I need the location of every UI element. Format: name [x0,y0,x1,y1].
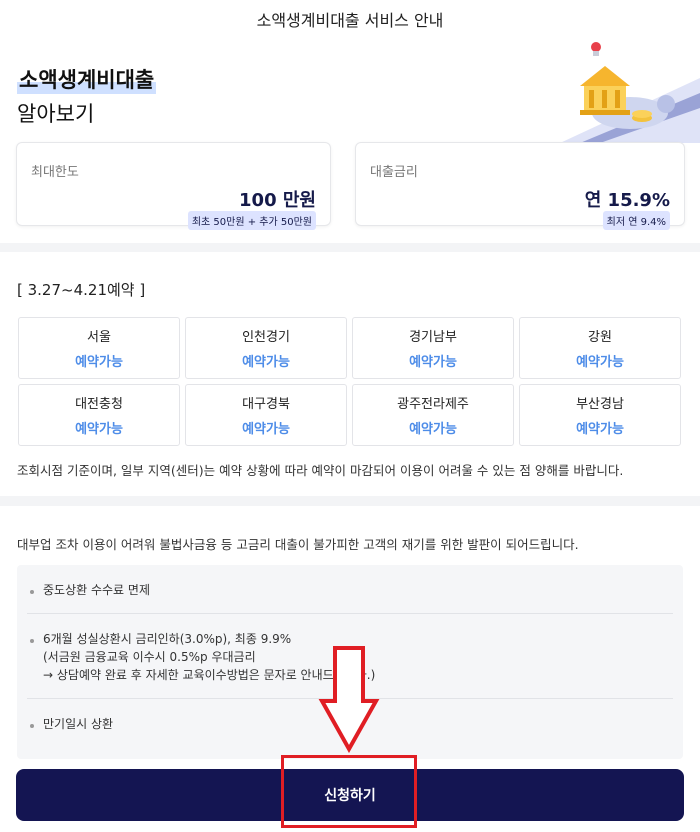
hero-title: 소액생계비대출 [17,64,157,94]
region-name: 경기남부 [409,330,457,345]
region-grid: 서울 예약가능 인천경기 예약가능 경기남부 예약가능 강원 예약가능 대전충청… [18,317,682,446]
region-name: 인천경기 [242,330,290,345]
bullet-icon [30,724,34,728]
hero-section: 소액생계비대출 알아보기 최대한도 100 만원 최초 50만원 + 추가 50… [0,38,700,243]
region-status: 예약가능 [75,355,123,370]
region-cell-gangwon[interactable]: 강원 예약가능 [519,317,681,379]
region-cell-busan-gyeongnam[interactable]: 부산경남 예약가능 [519,384,681,446]
max-limit-label: 최대한도 [31,165,79,180]
bullet-icon [30,639,34,643]
region-cell-incheon-gyeonggi[interactable]: 인천경기 예약가능 [185,317,347,379]
reservation-notice: 조회시점 기준이며, 일부 지역(센터)는 예약 상황에 따라 예약이 마감되어… [17,463,624,478]
region-name: 강원 [588,330,612,345]
region-name: 서울 [87,330,111,345]
header-bar: 소액생계비대출 서비스 안내 [0,0,700,38]
benefit-text: 중도상환 수수료 면제 [43,583,150,597]
region-cell-seoul[interactable]: 서울 예약가능 [18,317,180,379]
bank-building-icon [560,42,700,143]
max-limit-value: 100 만원 [239,190,316,211]
region-name: 대구경북 [242,397,290,412]
reservation-period: [ 3.27~4.21예약 ] [17,281,146,299]
max-limit-note: 최초 50만원 + 추가 50만원 [187,211,316,230]
page-title: 소액생계비대출 서비스 안내 [256,11,444,30]
region-status: 예약가능 [242,355,290,370]
interest-rate-value: 연 15.9% [584,190,670,211]
region-cell-gyeonggi-south[interactable]: 경기남부 예약가능 [352,317,514,379]
hero-subtitle: 알아보기 [17,102,95,126]
interest-rate-card: 대출금리 연 15.9% 최저 연 9.4% [355,142,685,230]
region-status: 예약가능 [409,422,457,437]
region-status: 예약가능 [242,422,290,437]
reservation-section: [ 3.27~4.21예약 ] 서울 예약가능 인천경기 예약가능 경기남부 예… [0,252,700,496]
region-status: 예약가능 [576,422,624,437]
region-status: 예약가능 [409,355,457,370]
interest-rate-label: 대출금리 [370,165,418,180]
region-name: 광주전라제주 [397,397,469,412]
region-name: 부산경남 [576,397,624,412]
region-name: 대전충청 [75,397,123,412]
service-description: 대부업 조차 이용이 어려워 불법사금융 등 고금리 대출이 불가피한 고객의 … [17,537,579,552]
region-status: 예약가능 [75,422,123,437]
region-cell-daegu-gyeongbuk[interactable]: 대구경북 예약가능 [185,384,347,446]
region-status: 예약가능 [576,355,624,370]
region-cell-daejeon-chungcheong[interactable]: 대전충청 예약가능 [18,384,180,446]
interest-rate-note: 최저 연 9.4% [602,211,670,230]
down-arrow-icon [318,646,380,753]
region-cell-gwangju-jeolla-jeju[interactable]: 광주전라제주 예약가능 [352,384,514,446]
highlight-box [281,755,417,828]
bullet-icon [30,590,34,594]
max-limit-card: 최대한도 100 만원 최초 50만원 + 추가 50만원 [16,142,331,230]
benefit-item: 중도상환 수수료 면제 [27,565,673,614]
